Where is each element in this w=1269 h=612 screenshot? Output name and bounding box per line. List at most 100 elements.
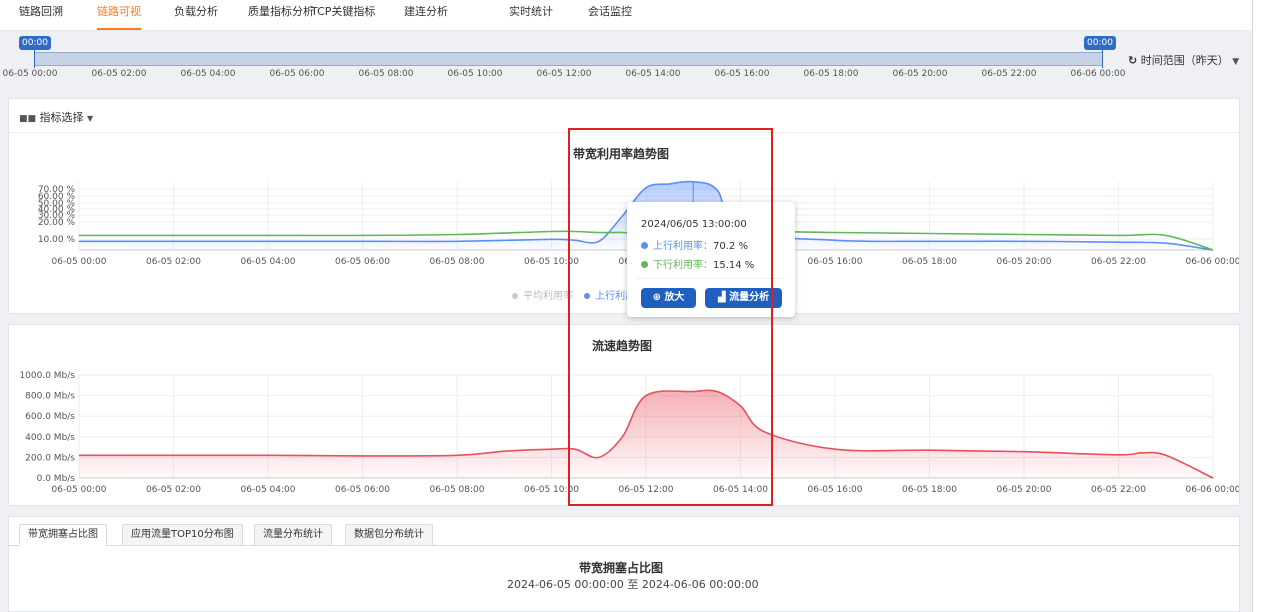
flow-x-tick: 06-05 04:00 [241,485,296,495]
flow-x-tick: 06-05 22:00 [1091,485,1146,495]
flow-point-0 [172,454,174,456]
nav-tab-3[interactable]: 质量指标分析 [248,0,314,28]
bw-point-1 [361,234,363,236]
bw-y-tick: 10.00 % [38,235,76,245]
bw-point-1 [78,234,80,236]
flow-y-tick: 200.0 Mb/s [25,453,75,463]
nav-tab-1[interactable]: 链路可视 [97,0,141,30]
flow-x-tick: 06-05 00:00 [52,485,107,495]
bw-point-0 [1023,240,1025,242]
bw-point-1 [928,232,930,234]
bw-point-1 [172,234,174,236]
bw-x-tick: 06-05 02:00 [146,257,201,267]
timeline-start-handle[interactable]: 00:00 [19,36,51,50]
congestion-subtitle: 2024-06-05 00:00:00 至 2024-06-06 00:00:0… [507,578,759,591]
timeline-tick: 06-05 22:00 [981,69,1037,79]
nav-tab-5[interactable]: 建连分析 [404,0,448,28]
bw-x-tick: 06-05 06:00 [335,257,390,267]
timeline-tick: 06-06 00:00 [1070,69,1126,79]
timeline-tick: 06-05 00:00 [2,69,58,79]
tab-app-top10[interactable]: 应用流量TOP10分布图 [122,524,243,546]
timeline-tick: 06-05 08:00 [358,69,414,79]
history-icon: ↻ [1128,54,1138,67]
flow-point-0 [503,450,505,452]
highlight-box [568,128,773,506]
bw-point-1 [267,234,269,236]
nav-tab-0[interactable]: 链路回溯 [19,0,63,28]
flow-y-tick: 1000.0 Mb/s [19,371,75,381]
legend-avg-label[interactable]: 平均利用率 [523,291,573,302]
flow-point-0 [267,454,269,456]
bw-point-0 [361,240,363,242]
bw-point-0 [1117,241,1119,243]
bw-x-tick: 06-05 00:00 [52,257,107,267]
bw-point-0 [834,239,836,241]
timeline-end-handle[interactable]: 00:00 [1084,36,1116,50]
bw-x-tick: 06-05 04:00 [241,257,296,267]
bw-point-1 [1165,234,1167,236]
flow-x-tick: 06-05 08:00 [430,485,485,495]
timeline-tick: 06-05 12:00 [536,69,592,79]
nav-tab-4[interactable]: TCP关键指标 [311,0,375,28]
bw-x-tick: 06-06 00:00 [1186,257,1239,267]
flow-point-0 [361,455,363,457]
bw-point-0 [550,238,552,240]
legend-dot-avg [512,293,518,299]
bw-point-1 [1212,249,1214,251]
chevron-down-icon: ▼ [1232,57,1240,67]
timeline-tick: 06-05 06:00 [269,69,325,79]
flow-y-tick: 800.0 Mb/s [25,392,75,402]
flow-x-tick: 06-05 18:00 [902,485,957,495]
flow-point-0 [1023,451,1025,453]
tab-flow-distribution[interactable]: 流量分布统计 [254,524,332,546]
tab-congestion[interactable]: 带宽拥塞占比图 [19,524,107,546]
bw-y-tick: 20.00 % [38,218,76,228]
timeline-end-line [1102,48,1103,68]
bw-point-0 [456,240,458,242]
flow-point-0 [834,448,836,450]
timeline-tick: 06-05 16:00 [714,69,770,79]
bw-point-1 [834,231,836,233]
bw-x-tick: 06-05 16:00 [808,257,863,267]
timeline-tick: 06-05 14:00 [625,69,681,79]
bw-point-1 [1023,233,1025,235]
bw-point-0 [267,240,269,242]
flow-x-tick: 06-05 02:00 [146,485,201,495]
flow-x-tick: 06-06 00:00 [1186,485,1239,495]
flow-point-0 [456,454,458,456]
timeline-track[interactable] [34,52,1103,66]
congestion-title: 带宽拥塞占比图 [579,561,664,575]
bw-point-1 [550,230,552,232]
timeline-tick: 06-05 18:00 [803,69,859,79]
bw-x-tick: 06-05 18:00 [902,257,957,267]
flow-y-tick: 0.0 Mb/s [37,474,76,484]
nav-tab-6[interactable]: 实时统计 [509,0,553,28]
time-range-select[interactable]: ↻ 时间范围（昨天） ▼ [1128,52,1239,68]
flow-point-0 [1141,452,1143,454]
flow-y-tick: 400.0 Mb/s [25,433,75,443]
timeline-tick: 06-05 04:00 [180,69,236,79]
distribution-panel: 带宽拥塞占比图 应用流量TOP10分布图 流量分布统计 数据包分布统计 带宽拥塞… [8,516,1240,612]
bw-point-0 [1165,242,1167,244]
bw-x-tick: 06-05 20:00 [997,257,1052,267]
tab-packet-distribution[interactable]: 数据包分布统计 [345,524,433,546]
nav-tab-7[interactable]: 会话监控 [588,0,632,28]
bw-point-1 [1117,234,1119,236]
nav-tab-2[interactable]: 负载分析 [174,0,218,28]
flow-point-0 [78,454,80,456]
flow-x-tick: 06-05 20:00 [997,485,1052,495]
bw-x-tick: 06-05 22:00 [1091,257,1146,267]
flow-point-0 [1165,454,1167,456]
flow-point-0 [550,448,552,450]
flow-x-tick: 06-05 06:00 [335,485,390,495]
bw-point-0 [928,240,930,242]
flow-point-0 [928,449,930,451]
timeline-start-line [34,48,35,68]
scrollbar[interactable] [1244,30,1251,612]
flow-point-0 [1117,454,1119,456]
top-nav: 链路回溯 链路可视 负载分析 质量指标分析 TCP关键指标 建连分析 实时统计 会话监控 [0,0,1252,31]
bw-x-tick: 06-05 08:00 [430,257,485,267]
bw-point-0 [78,240,80,242]
flow-x-tick: 06-05 16:00 [808,485,863,495]
timeline-tick: 06-05 20:00 [892,69,948,79]
